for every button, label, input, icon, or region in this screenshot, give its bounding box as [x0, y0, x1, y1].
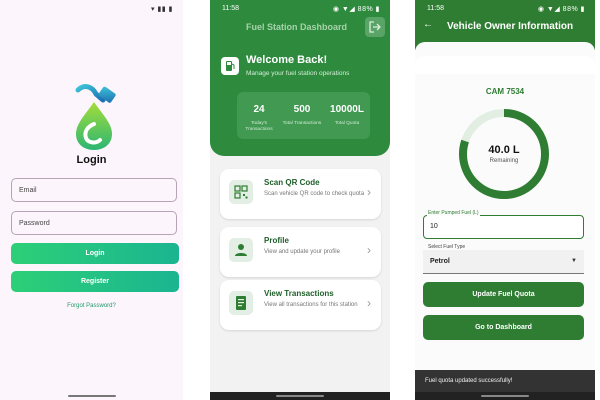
card-description: View and update your profile [264, 249, 340, 255]
stats-panel: 24 Today's Transactions 500 Total Transa… [237, 92, 370, 139]
login-screen: ▾ ▮▮ ▮ Login Email Password Login Regist… [0, 0, 183, 400]
welcome-subtitle: Manage your fuel station operations [246, 70, 350, 77]
password-field[interactable]: Password [11, 211, 177, 235]
chevron-right-icon: › [367, 296, 371, 310]
email-field[interactable]: Email [11, 178, 177, 202]
chevron-right-icon: › [367, 185, 371, 199]
person-icon [229, 238, 253, 262]
status-bar: 11:58 ◉ ▼◢ 88% ▮ [210, 0, 390, 18]
fuel-type-value: Petrol [430, 258, 450, 265]
info-card [415, 56, 595, 74]
login-title: Login [76, 154, 107, 166]
logout-button[interactable] [365, 17, 385, 37]
page-title: Vehicle Owner Information [447, 21, 574, 32]
card-description: View all transactions for this station [264, 302, 358, 308]
profile-card[interactable]: Profile View and update your profile › [220, 227, 381, 277]
remaining-value: 40.0 L [488, 144, 520, 156]
nav-bar [415, 392, 595, 400]
register-button[interactable]: Register [11, 271, 179, 292]
email-placeholder: Email [19, 187, 37, 194]
scan-qr-card[interactable]: Scan QR Code Scan vehicle QR code to che… [220, 169, 381, 219]
chevron-right-icon: › [367, 243, 371, 257]
stat-total-label: Total Transactions [282, 121, 322, 126]
password-placeholder: Password [19, 220, 50, 227]
logout-icon [369, 21, 381, 33]
card-description: Scan vehicle QR code to check quota [264, 191, 365, 197]
stat-quota-value: 10000L [330, 104, 364, 115]
pumped-fuel-value: 10 [430, 223, 438, 230]
vehicle-info-screen: 11:58 ◉ ▼◢ 88% ▮ ← Vehicle Owner Informa… [415, 0, 595, 400]
status-bar: ▾ ▮▮ ▮ [0, 0, 183, 18]
status-icons: ◉ ▼◢ 88% ▮ [537, 6, 585, 13]
login-button[interactable]: Login [11, 243, 179, 264]
forgot-password-link[interactable]: Forgot Password? [0, 303, 183, 309]
stat-quota-label: Total Quota [334, 121, 360, 126]
stat-today-value: 24 [253, 104, 265, 115]
nav-bar [0, 392, 183, 400]
home-indicator[interactable] [481, 395, 529, 397]
stat-today-label: Today's Transactions [245, 121, 273, 132]
status-bar: 11:58 ◉ ▼◢ 88% ▮ [415, 0, 595, 18]
status-time: 11:58 [222, 5, 239, 12]
fuel-pump-icon [221, 57, 239, 75]
update-quota-button[interactable]: Update Fuel Quota [423, 282, 584, 307]
remaining-label: Remaining [489, 158, 519, 164]
status-icons: ▾ ▮▮ ▮ [151, 6, 173, 13]
status-icons: ◉ ▼◢ 88% ▮ [332, 6, 380, 13]
home-indicator[interactable] [276, 395, 324, 397]
fuel-drop-logo-icon [75, 84, 116, 150]
go-to-dashboard-button[interactable]: Go to Dashboard [423, 315, 584, 340]
nav-bar [210, 392, 390, 400]
welcome-title: Welcome Back! [246, 54, 328, 66]
page-title: Fuel Station Dashboard [246, 22, 348, 32]
dashboard-screen: 11:58 ◉ ▼◢ 88% ▮ Fuel Station Dashboard … [210, 0, 390, 400]
dropdown-arrow-icon: ▼ [571, 258, 577, 264]
card-title: Profile [264, 236, 289, 245]
snackbar: Fuel quota updated successfully! [415, 370, 595, 392]
stat-total-value: 500 [293, 104, 311, 115]
status-time: 11:58 [427, 5, 444, 12]
qr-code-icon [229, 180, 253, 204]
vehicle-plate: CAM 7534 [485, 87, 525, 96]
card-title: Scan QR Code [264, 178, 320, 187]
transactions-card[interactable]: View Transactions View all transactions … [220, 280, 381, 330]
card-title: View Transactions [264, 289, 334, 298]
back-arrow-icon[interactable]: ← [423, 19, 433, 30]
home-indicator[interactable] [68, 395, 116, 397]
pumped-fuel-input[interactable] [423, 215, 584, 239]
receipt-icon [229, 291, 253, 315]
pumped-fuel-label: Enter Pumped Fuel (L) [427, 210, 480, 216]
